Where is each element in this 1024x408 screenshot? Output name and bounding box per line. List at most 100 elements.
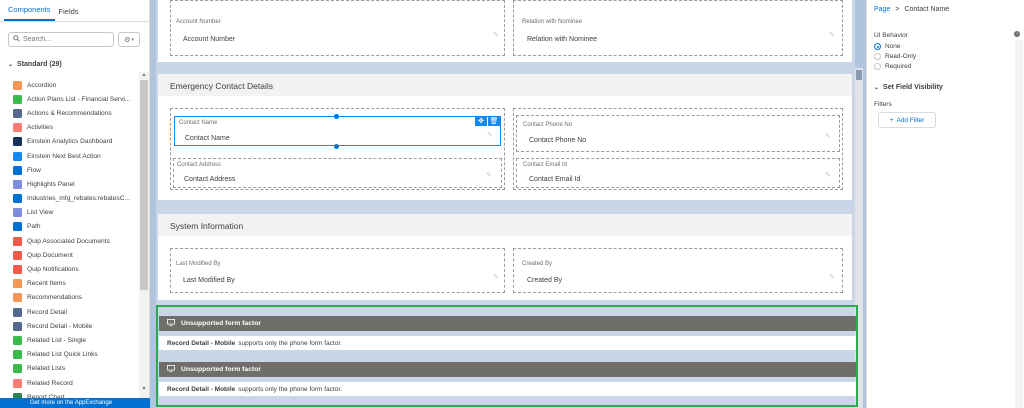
component-label: Related Lists	[27, 365, 66, 373]
component-icon	[13, 137, 22, 147]
field-value: Relation with Nominee	[527, 36, 598, 43]
contact-right-column: Contact Phone No Contact Phone No ✎ Cont…	[513, 108, 843, 190]
component-label: List View	[27, 209, 54, 217]
radio-button[interactable]	[874, 63, 881, 70]
component-item[interactable]: Action Plans List - Financial Servi...	[0, 92, 138, 106]
component-label: Quip Document	[27, 251, 73, 259]
appexchange-link[interactable]: Get more on the AppExchange	[0, 398, 150, 408]
component-item[interactable]: Related Record	[0, 376, 138, 390]
contact-name-field-selected[interactable]: Contact Name Contact Name ✎	[174, 116, 501, 146]
field-label: Relation with Nominee	[522, 19, 583, 25]
emergency-contact-section: Emergency Contact Details Contact Addres…	[158, 74, 852, 200]
field-value: Account Number	[183, 36, 236, 43]
component-label: Related Record	[27, 379, 73, 387]
plus-icon: +	[889, 116, 894, 124]
component-icon	[13, 194, 22, 204]
properties-scrollbar[interactable]	[1015, 40, 1023, 408]
component-label: Related List - Single	[27, 336, 87, 344]
relation-nominee-field[interactable]: Relation with Nominee Relation with Nomi…	[513, 0, 843, 56]
scroll-thumb[interactable]	[856, 70, 862, 80]
radio-button[interactable]	[874, 53, 881, 60]
radio-none[interactable]: None	[874, 43, 901, 50]
tab-components[interactable]: Components	[4, 5, 55, 21]
components-panel: Components Fields ⚙▾ ⌄ Standard (29) Acc…	[0, 0, 150, 408]
delete-icon[interactable]: 🗑	[488, 116, 500, 126]
settings-menu-button[interactable]: ⚙ ▾	[118, 32, 140, 47]
component-icon	[13, 279, 22, 289]
component-label: Record Detail - Mobile	[27, 322, 93, 330]
component-item[interactable]: Related List - Single	[0, 333, 138, 347]
component-item[interactable]: Activities	[0, 121, 138, 135]
component-item[interactable]: Related Lists	[0, 362, 138, 376]
chevron-down-icon: ▾	[131, 36, 134, 43]
component-label: Related List Quick Links	[27, 351, 98, 359]
field-value: Contact Address	[184, 176, 236, 183]
component-item[interactable]: Recent Items	[0, 277, 138, 291]
resize-handle-top[interactable]	[334, 113, 339, 119]
component-icon	[13, 378, 22, 388]
search-row: ⚙▾	[8, 32, 140, 47]
component-icon	[13, 80, 22, 90]
resize-handle-bottom[interactable]	[334, 143, 339, 149]
contact-phone-field[interactable]: Contact Phone No Contact Phone No ✎	[516, 115, 840, 152]
components-scrollbar[interactable]: ▲ ▼	[139, 72, 149, 398]
field-value: Contact Email Id	[529, 176, 581, 183]
properties-panel: Page > Contact Name i UI Behavior None R…	[866, 0, 1024, 408]
pencil-icon: ✎	[829, 274, 835, 281]
scroll-thumb[interactable]	[140, 80, 148, 290]
component-item[interactable]: List View	[0, 206, 138, 220]
scroll-down-icon[interactable]: ▼	[140, 386, 148, 392]
component-label: Accordion	[27, 81, 57, 89]
component-item[interactable]: Recommendations	[0, 291, 138, 305]
standard-section-toggle[interactable]: ⌄ Standard (29)	[8, 61, 62, 68]
component-item[interactable]: Record Detail - Mobile	[0, 319, 138, 333]
section-title: Emergency Contact Details	[170, 81, 273, 91]
component-label: Activities	[27, 124, 54, 132]
info-icon[interactable]: i	[1014, 31, 1020, 37]
component-item[interactable]: Path	[0, 220, 138, 234]
radio-required[interactable]: Required	[874, 63, 911, 70]
component-item[interactable]: Einstein Analytics Dashboard	[0, 135, 138, 149]
search-box[interactable]	[8, 32, 114, 47]
contact-address-field[interactable]: Contact Address Contact Address ✎	[173, 158, 502, 188]
tab-fields[interactable]: Fields	[55, 7, 83, 21]
system-information-section: System Information Last Modified By Last…	[158, 214, 852, 300]
radio-button[interactable]	[874, 43, 881, 50]
component-label: Einstein Analytics Dashboard	[27, 138, 113, 146]
field-label: Contact Address	[177, 162, 222, 168]
component-icon	[13, 236, 22, 246]
component-item[interactable]: Actions & Recommendations	[0, 106, 138, 120]
radio-read-only[interactable]: Read-Only	[874, 53, 916, 60]
component-item[interactable]: Quip Associated Documents	[0, 234, 138, 248]
component-item[interactable]: Related List Quick Links	[0, 348, 138, 362]
component-label: Industries_mfg_rebates:rebatesC...	[27, 195, 130, 203]
component-item[interactable]: Highlights Panel	[0, 177, 138, 191]
move-icon[interactable]: ✥	[475, 116, 487, 126]
pencil-icon: ✎	[493, 32, 499, 39]
field-label: Account Number	[176, 19, 221, 25]
add-filter-label: Add Filter	[896, 116, 925, 124]
contact-email-field[interactable]: Contact Email Id Contact Email Id ✎	[516, 158, 840, 188]
component-item[interactable]: Flow	[0, 163, 138, 177]
panel-tabs: Components Fields	[0, 0, 149, 22]
component-item[interactable]: Accordion	[0, 78, 138, 92]
last-modified-field[interactable]: Last Modified By Last Modified By ✎	[170, 248, 505, 293]
account-number-field[interactable]: Account Number Account Number ✎	[170, 0, 505, 56]
breadcrumb-page-link[interactable]: Page	[874, 6, 890, 13]
record-section-top: Account Number Account Number ✎ Relation…	[158, 0, 852, 62]
component-item[interactable]: Record Detail	[0, 305, 138, 319]
created-by-field[interactable]: Created By Created By ✎	[513, 248, 843, 293]
component-icon	[13, 307, 22, 317]
search-input[interactable]	[23, 36, 113, 43]
component-label: Actions & Recommendations	[27, 109, 112, 117]
component-item[interactable]: Quip Notifications	[0, 262, 138, 276]
scroll-up-icon[interactable]: ▲	[140, 72, 148, 78]
component-item[interactable]: Einstein Next Best Action	[0, 149, 138, 163]
component-label: Record Detail	[27, 308, 67, 316]
component-item[interactable]: Industries_mfg_rebates:rebatesC...	[0, 192, 138, 206]
add-filter-button[interactable]: + Add Filter	[878, 112, 936, 128]
set-visibility-toggle[interactable]: ⌄ Set Field Visibility	[874, 84, 943, 91]
chevron-down-icon: ⌄	[8, 62, 14, 68]
pencil-icon: ✎	[825, 133, 831, 140]
component-item[interactable]: Quip Document	[0, 248, 138, 262]
